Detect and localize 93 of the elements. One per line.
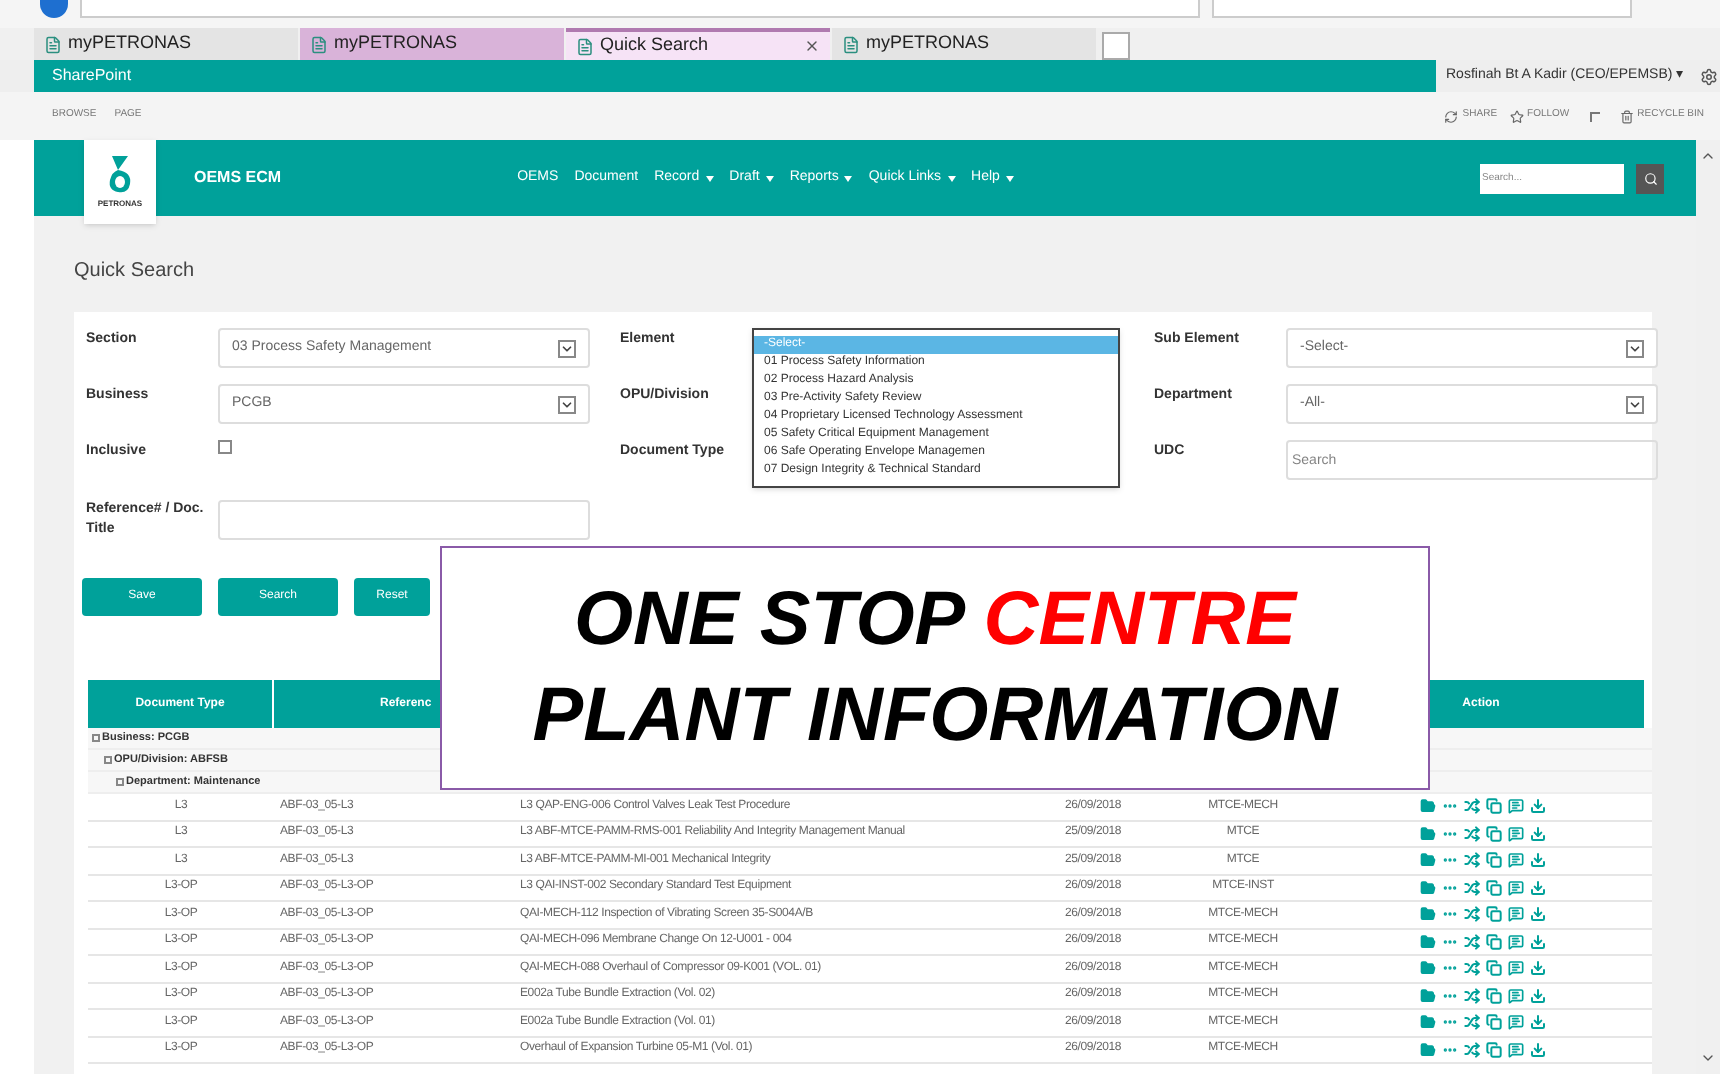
folder-icon[interactable] — [1419, 825, 1435, 842]
folder-icon[interactable] — [1419, 879, 1435, 896]
download-icon[interactable] — [1529, 1014, 1545, 1031]
browser-tab[interactable]: myPETRONAS — [832, 28, 1096, 60]
comment-icon[interactable] — [1507, 798, 1523, 815]
caret-icon — [844, 175, 853, 181]
copy-icon[interactable] — [1485, 933, 1501, 950]
copy-icon[interactable] — [1485, 906, 1501, 923]
comment-icon[interactable] — [1507, 879, 1523, 896]
search-icon — [1643, 171, 1657, 185]
settings-icon[interactable] — [1700, 67, 1719, 85]
collapse-icon[interactable] — [116, 778, 124, 786]
comment-icon[interactable] — [1507, 906, 1523, 923]
browser-tab[interactable]: myPETRONAS — [300, 28, 564, 60]
arrows-icon[interactable] — [1463, 933, 1479, 950]
arrows-icon[interactable] — [1463, 852, 1479, 869]
download-icon[interactable] — [1529, 798, 1545, 815]
copy-icon[interactable] — [1485, 798, 1501, 815]
dropdown-icon — [1626, 395, 1644, 413]
back-button[interactable] — [40, 0, 68, 18]
search-bar[interactable] — [1212, 0, 1632, 18]
copy-icon[interactable] — [1485, 879, 1501, 896]
close-icon[interactable] — [804, 38, 820, 54]
copy-icon[interactable] — [1485, 852, 1501, 869]
caret-icon — [765, 175, 774, 181]
folder-icon[interactable] — [1419, 987, 1435, 1004]
dropdown-icon — [558, 339, 576, 357]
page-title: Quick Search — [74, 258, 197, 286]
page-icon — [576, 37, 594, 55]
copy-icon[interactable] — [1485, 825, 1501, 842]
folder-icon[interactable] — [1419, 906, 1435, 923]
comment-icon[interactable] — [1507, 960, 1523, 977]
scroll-down-icon[interactable] — [1700, 1050, 1716, 1066]
suite-title[interactable]: SharePoint — [52, 64, 132, 88]
collapse-icon[interactable] — [104, 756, 112, 764]
copy-icon[interactable] — [1485, 1041, 1501, 1058]
folder-icon[interactable] — [1419, 798, 1435, 815]
page-icon — [310, 35, 328, 53]
comment-icon[interactable] — [1507, 852, 1523, 869]
folder-icon[interactable] — [1419, 852, 1435, 869]
download-icon[interactable] — [1529, 906, 1545, 923]
dropdown-icon — [558, 395, 576, 413]
comment-icon[interactable] — [1507, 1041, 1523, 1058]
download-icon[interactable] — [1529, 1041, 1545, 1058]
address-bar[interactable] — [80, 0, 1200, 18]
copy-icon[interactable] — [1485, 987, 1501, 1004]
folder-icon[interactable] — [1419, 933, 1435, 950]
copy-icon[interactable] — [1485, 1014, 1501, 1031]
new-tab-button[interactable] — [1102, 32, 1130, 60]
caret-icon — [705, 175, 714, 181]
download-icon[interactable] — [1529, 960, 1545, 977]
page-icon — [44, 35, 62, 53]
arrows-icon[interactable] — [1463, 1041, 1479, 1058]
arrows-icon[interactable] — [1463, 879, 1479, 896]
scroll-up-icon[interactable] — [1700, 148, 1716, 164]
download-icon[interactable] — [1529, 987, 1545, 1004]
folder-icon[interactable] — [1419, 1014, 1435, 1031]
banner-text: ONE STOP CENTRE — [573, 576, 1297, 666]
comment-icon[interactable] — [1507, 933, 1523, 950]
browser-tab[interactable]: Quick Search — [566, 28, 830, 60]
inclusive-checkbox[interactable] — [218, 440, 232, 454]
copy-icon[interactable] — [1485, 960, 1501, 977]
download-icon[interactable] — [1529, 852, 1545, 869]
comment-icon[interactable] — [1507, 1014, 1523, 1031]
arrows-icon[interactable] — [1463, 798, 1479, 815]
caret-icon — [1005, 175, 1014, 181]
sync-icon[interactable] — [1589, 111, 1600, 121]
trash-icon — [1619, 109, 1634, 123]
arrows-icon[interactable] — [1463, 906, 1479, 923]
reference-field[interactable] — [218, 500, 590, 540]
star-icon — [1509, 109, 1524, 123]
download-icon[interactable] — [1529, 879, 1545, 896]
scrollbar[interactable] — [1696, 140, 1720, 1074]
element-listbox[interactable] — [752, 328, 1120, 488]
arrows-icon[interactable] — [1463, 987, 1479, 1004]
folder-icon[interactable] — [1419, 960, 1435, 977]
arrows-icon[interactable] — [1463, 960, 1479, 977]
browser-tab[interactable]: myPETRONAS — [34, 28, 298, 60]
dropdown-icon — [1626, 339, 1644, 357]
folder-icon[interactable] — [1419, 1041, 1435, 1058]
download-icon[interactable] — [1529, 933, 1545, 950]
caret-icon — [947, 175, 956, 181]
arrows-icon[interactable] — [1463, 825, 1479, 842]
search-button[interactable] — [1636, 163, 1664, 193]
logo-icon — [106, 154, 134, 194]
comment-icon[interactable] — [1507, 987, 1523, 1004]
collapse-icon[interactable] — [92, 734, 100, 742]
site-title[interactable]: OEMS ECM — [194, 166, 282, 190]
download-icon[interactable] — [1529, 825, 1545, 842]
arrows-icon[interactable] — [1463, 1014, 1479, 1031]
page-icon — [842, 35, 860, 53]
comment-icon[interactable] — [1507, 825, 1523, 842]
share-icon — [1444, 109, 1459, 123]
